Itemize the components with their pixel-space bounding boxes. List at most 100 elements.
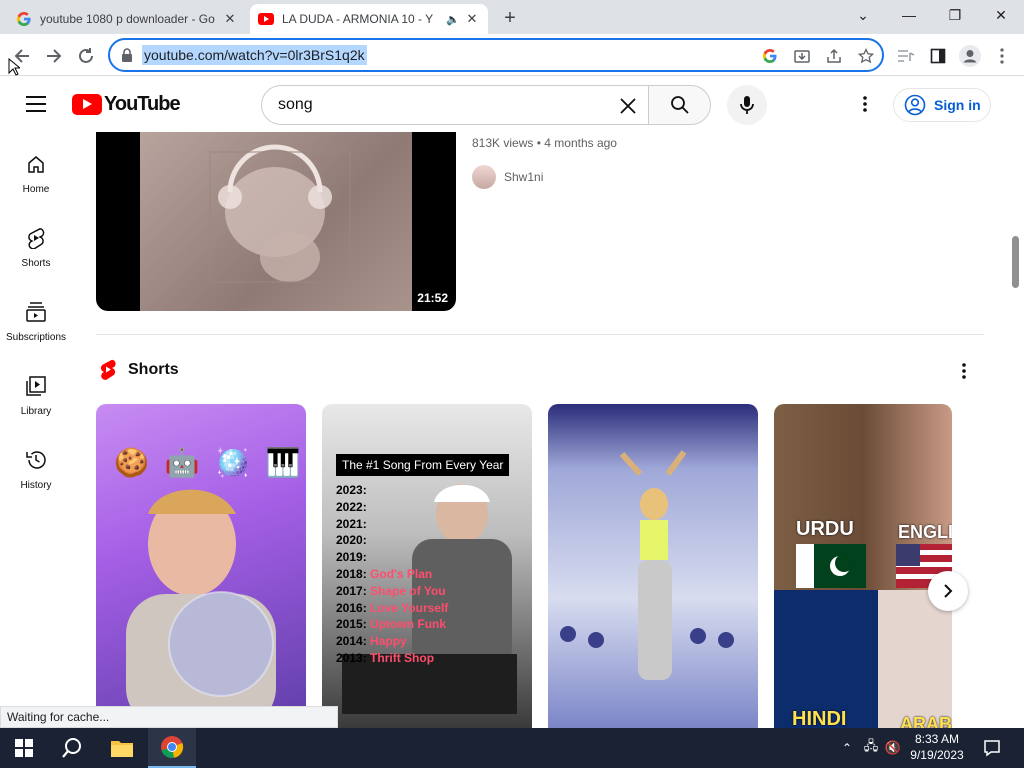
folder-icon: [111, 741, 133, 757]
year-row: 2014: Happy: [336, 633, 448, 650]
restore-button[interactable]: ❐: [932, 0, 978, 30]
sign-in-button[interactable]: Sign in: [893, 88, 991, 122]
year-row: 2023:: [336, 482, 448, 499]
volume-muted-icon[interactable]: 🔇: [882, 740, 904, 756]
close-window-button[interactable]: ✕: [978, 0, 1024, 30]
year: 2022:: [336, 499, 367, 514]
bookmark-star-icon[interactable]: [856, 46, 876, 66]
year: 2016:: [336, 600, 367, 615]
chrome-menu-icon[interactable]: [990, 44, 1014, 68]
year-song-list: 2023: 2022: 2021: 2020: 2019: 2018: God'…: [336, 482, 448, 667]
sidebar-item-shorts[interactable]: Shorts: [0, 206, 72, 280]
close-icon[interactable]: ✕: [464, 11, 480, 27]
tab-title: youtube 1080 p downloader - Go: [40, 12, 215, 26]
year-row: 2013: Thrift Shop: [336, 650, 448, 667]
account-circle-icon: [904, 94, 926, 116]
short-card[interactable]: URDU ENGLIS HINDI ARAB: [774, 404, 952, 728]
network-icon[interactable]: 🖧: [860, 737, 882, 759]
chevron-up-icon[interactable]: ⌃: [838, 741, 856, 755]
url-text[interactable]: youtube.com/watch?v=0lr3BrS1q2k: [142, 45, 367, 65]
minimize-button[interactable]: —: [886, 0, 932, 30]
sidebar-item-history[interactable]: History: [0, 428, 72, 502]
profile-avatar-icon[interactable]: [958, 44, 982, 68]
tab-title: LA DUDA - ARMONIA 10 - Y: [282, 12, 434, 26]
language-label: URDU: [796, 518, 854, 540]
search-icon: [670, 96, 689, 114]
channel-link[interactable]: Shw1ni: [472, 165, 543, 189]
sidebar-item-label: Shorts: [21, 258, 51, 269]
channel-name[interactable]: Shw1ni: [504, 170, 543, 184]
history-icon: [24, 448, 48, 472]
taskbar-clock[interactable]: 8:33 AM 9/19/2023: [904, 731, 970, 763]
tab-google-search[interactable]: youtube 1080 p downloader - Go ✕: [8, 4, 246, 34]
shorts-logo-icon: [100, 359, 116, 380]
chrome-taskbar-button[interactable]: [148, 728, 196, 768]
search-input[interactable]: song: [261, 85, 649, 125]
channel-avatar[interactable]: [472, 165, 496, 189]
forward-arrow-icon: [47, 49, 62, 63]
speaker-icon[interactable]: 🔈: [446, 13, 460, 26]
video-thumbnail[interactable]: 21:52: [96, 132, 456, 311]
sidebar-item-subscriptions[interactable]: Subscriptions: [0, 280, 72, 354]
browser-toolbar: youtube.com/watch?v=0lr3BrS1q2k: [0, 34, 1024, 76]
shorts-menu-icon[interactable]: [954, 360, 974, 382]
year-row: 2015: Uptown Funk: [336, 616, 448, 633]
short-card[interactable]: 🍪 🤖 🪩 🎹: [96, 404, 306, 728]
sidebar-item-label: Subscriptions: [5, 332, 67, 343]
year-row: 2021:: [336, 516, 448, 533]
forward-button[interactable]: [40, 42, 68, 70]
short-card[interactable]: The #1 Song From Every Year 2023: 2022: …: [322, 404, 532, 728]
reload-button[interactable]: [72, 42, 100, 70]
chrome-icon: [161, 736, 184, 758]
taskbar-search-button[interactable]: [48, 728, 96, 768]
address-bar[interactable]: youtube.com/watch?v=0lr3BrS1q2k: [108, 38, 884, 72]
search-button[interactable]: [648, 85, 711, 125]
start-button[interactable]: [0, 728, 48, 768]
system-tray: ⌃ 🖧 🔇: [838, 728, 904, 768]
year-row: 2019:: [336, 549, 448, 566]
google-icon: [16, 11, 32, 27]
video-duration: 21:52: [413, 289, 452, 307]
year: 2023:: [336, 483, 367, 497]
short-card[interactable]: [548, 404, 758, 728]
reading-list-icon[interactable]: [894, 44, 918, 68]
voice-search-button[interactable]: [727, 85, 767, 125]
short-thumbnail-art: [560, 450, 734, 680]
search-query[interactable]: song: [278, 96, 313, 114]
google-lens-icon[interactable]: [760, 46, 780, 66]
clear-search-icon[interactable]: [614, 92, 642, 120]
year-row: 2017: Shape of You: [336, 583, 448, 600]
side-panel-icon[interactable]: [926, 44, 950, 68]
year-row: 2018: God's Plan: [336, 566, 448, 583]
section-divider: [96, 334, 984, 335]
tab-search-chevron-icon[interactable]: ⌄: [840, 0, 886, 30]
sidebar-item-home[interactable]: Home: [0, 132, 72, 206]
page-scrollbar-thumb[interactable]: [1012, 236, 1019, 288]
sign-in-label: Sign in: [934, 97, 981, 113]
install-app-icon[interactable]: [792, 46, 812, 66]
settings-menu-icon[interactable]: [855, 92, 875, 116]
sidebar-item-library[interactable]: Library: [0, 354, 72, 428]
year: 2018:: [336, 566, 367, 581]
file-explorer-button[interactable]: [98, 728, 146, 768]
language-label: ENGLIS: [898, 522, 952, 542]
close-icon[interactable]: ✕: [222, 11, 238, 27]
youtube-logo[interactable]: YouTube: [72, 92, 181, 116]
new-tab-button[interactable]: +: [498, 6, 522, 30]
year: 2014:: [336, 634, 367, 649]
notifications-button[interactable]: [968, 728, 1016, 768]
song: Happy: [370, 634, 407, 649]
chevron-right-icon: [944, 584, 953, 598]
browser-status-bubble: Waiting for cache...: [0, 706, 338, 728]
short-thumbnail-art: [126, 489, 276, 728]
menu-icon[interactable]: [24, 94, 48, 114]
clock-time: 8:33 AM: [914, 732, 960, 746]
shorts-shelf-header: Shorts: [96, 356, 179, 384]
tab-youtube-video[interactable]: LA DUDA - ARMONIA 10 - Y 🔈 ✕: [250, 4, 488, 34]
upload-age: 4 months ago: [544, 136, 617, 150]
subscriptions-icon: [24, 300, 48, 324]
share-icon[interactable]: [824, 46, 844, 66]
shorts-next-button[interactable]: [928, 571, 968, 611]
sidebar-item-label: History: [20, 480, 52, 491]
windows-logo-icon: [15, 739, 33, 757]
